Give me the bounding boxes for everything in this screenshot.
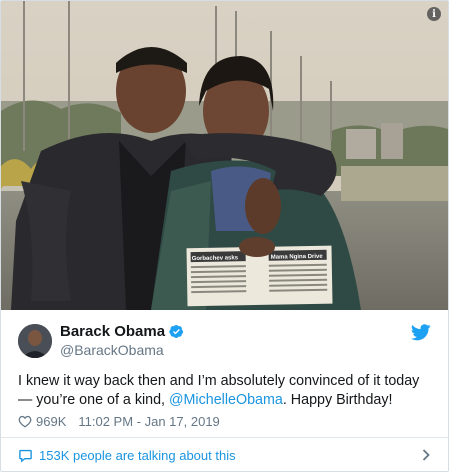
avatar[interactable] (18, 323, 52, 358)
heart-icon[interactable] (18, 415, 32, 428)
like-count[interactable]: 969K (36, 414, 66, 429)
tweet-timestamp[interactable]: 11:02 PM - Jan 17, 2019 (78, 414, 219, 429)
newspaper-headline-left: Gorbachev asks (192, 255, 239, 262)
tweet-text: I knew it way back then and I’m absolute… (18, 372, 433, 410)
user-handle[interactable]: @BarackObama (60, 341, 184, 359)
author-names: Barack Obama @BarackObama (60, 322, 184, 359)
embedded-tweet-card[interactable]: Gorbachev asks Mama Ngina Drive i Barack… (0, 0, 449, 472)
photo-illustration: Gorbachev asks Mama Ngina Drive (1, 1, 448, 310)
display-name[interactable]: Barack Obama (60, 322, 165, 341)
mention-link[interactable]: @MichelleObama (169, 392, 283, 408)
speech-bubble-icon (19, 449, 32, 463)
talking-about-text[interactable]: 153K people are talking about this (39, 448, 236, 463)
newspaper-headline-right: Mama Ngina Drive (271, 254, 324, 261)
verified-badge-icon (169, 324, 184, 338)
tweet-photo[interactable]: Gorbachev asks Mama Ngina Drive i (1, 1, 448, 310)
talking-about-link[interactable]: 153K people are talking about this (1, 438, 448, 471)
tweet-text-end: . Happy Birthday! (282, 392, 393, 408)
tweet-author[interactable]: Barack Obama @BarackObama (18, 322, 184, 359)
twitter-bird-icon[interactable] (411, 324, 431, 341)
chevron-right-icon[interactable] (422, 449, 430, 461)
tweet-meta: 969K 11:02 PM - Jan 17, 2019 (18, 414, 220, 429)
info-icon[interactable]: i (427, 7, 441, 21)
